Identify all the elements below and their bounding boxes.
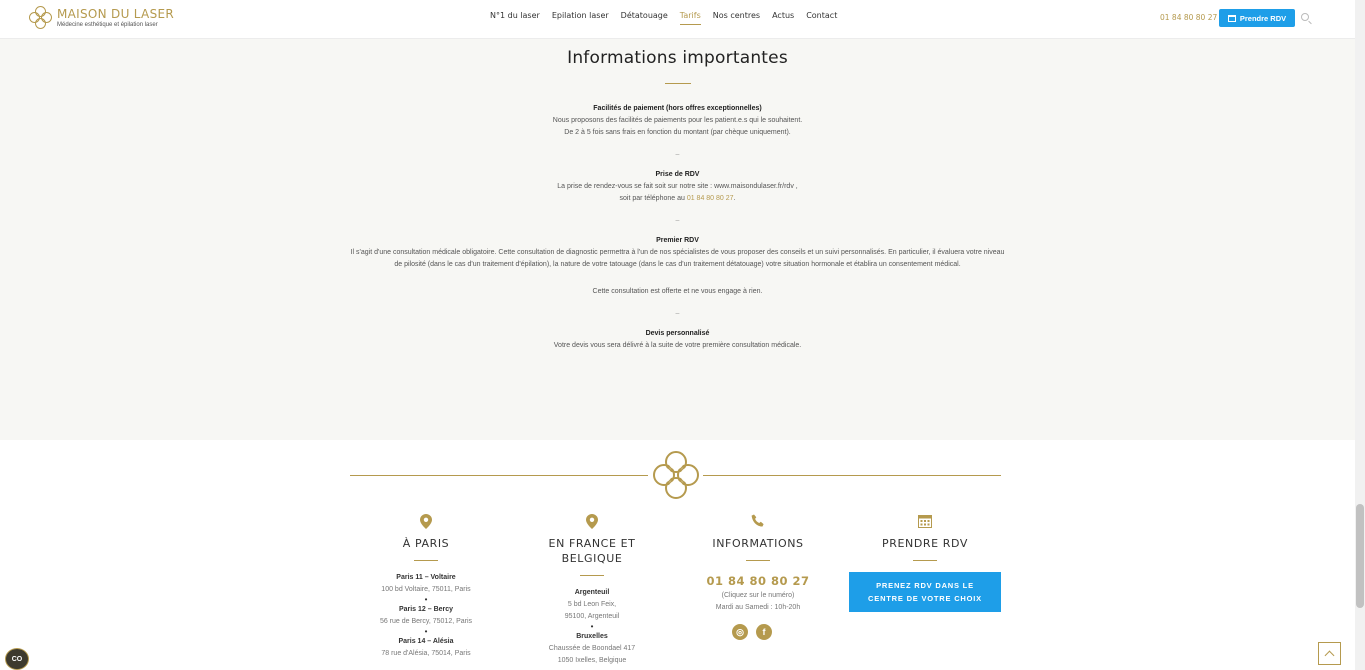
block-text: Votre devis vous sera délivré à la suite… [553,342,802,349]
centre-address: 78 rue d'Alésia, 75014, Paris [381,650,471,657]
logo-tagline: Médecine esthétique et épilation laser [57,21,158,28]
centre-name[interactable]: Bruxelles [517,631,667,643]
footer-title: INFORMATIONS [712,537,804,550]
scrollbar[interactable] [1355,0,1365,670]
nav-n1-laser[interactable]: N°1 du laser [490,11,540,25]
nav-detatouage[interactable]: Détatouage [621,11,668,25]
nav-tarifs[interactable]: Tarifs [679,11,701,25]
chevron-up-icon [1324,650,1335,661]
map-pin-icon [517,514,667,532]
prenez-rdv-button[interactable]: PRENEZ RDV DANS LE CENTRE DE VOTRE CHOIX [849,572,1001,612]
cookie-settings-button[interactable]: CO [5,648,29,670]
footer-col-rdv: PRENDRE RDV PRENEZ RDV DANS LE CENTRE DE… [849,514,1001,612]
block-text: De 2 à 5 fois sans frais en fonction du … [564,129,791,136]
footer-title-divider [414,560,438,561]
block-title: Premier RDV [656,237,699,244]
footer-divider-right [703,475,1001,476]
social-links: ◎ f [671,624,833,640]
footer-title-divider [913,560,937,561]
info-section: Informations importantes Facilités de pa… [0,40,1355,352]
info-block-devis: Devis personnalisé Votre devis vous sera… [0,328,1355,352]
block-text: soit par téléphone au 01 84 80 80 27. [619,195,736,202]
scroll-to-top-button[interactable] [1318,642,1341,665]
block-text: La prise de rendez-vous se fait soit sur… [557,183,798,190]
block-title: Prise de RDV [655,171,700,178]
search-icon[interactable] [1301,13,1309,21]
main-nav: N°1 du laser Epilation laser Détatouage … [490,11,849,25]
centre-name[interactable]: Paris 14 – Alésia [351,636,501,648]
block-title: Facilités de paiement (hors offres excep… [593,105,762,112]
scrollbar-thumb[interactable] [1356,504,1364,608]
info-block-premier-rdv: Premier RDV Il s'agit d'une consultation… [0,235,1355,298]
footer-col-paris: À PARIS Paris 11 – Voltaire 100 bd Volta… [351,514,501,660]
page-title: Informations importantes [567,48,788,68]
logo-name: MAISON DU LASER [57,6,174,21]
bullet: • [424,595,428,604]
bullet: • [590,622,594,631]
prendre-rdv-label: Prendre RDV [1239,13,1287,23]
instagram-icon[interactable]: ◎ [732,624,748,640]
separator: – [675,151,680,158]
phone-icon [683,514,833,532]
footer-title: PRENDRE RDV [881,537,969,550]
centre-address: Chaussée de Boondael 417 [548,645,636,652]
footer-divider-left [350,475,648,476]
logo[interactable]: MAISON DU LASER Médecine esthétique et é… [29,6,174,30]
centre-address: 5 bd Leon Feix, [567,601,617,608]
map-pin-icon [351,514,501,532]
site-footer: À PARIS Paris 11 – Voltaire 100 bd Volta… [0,440,1355,670]
header-phone-link[interactable]: 01 84 80 80 27 [1160,13,1217,22]
block-text: Il s'agit d'une consultation médicale ob… [350,249,1005,268]
centre-name[interactable]: Paris 11 – Voltaire [351,572,501,584]
centre-name[interactable]: Paris 12 – Bercy [351,604,501,616]
footer-col-france-belgique: EN FRANCE ET BELGIQUE Argenteuil 5 bd Le… [517,514,667,667]
centre-address: 1050 Ixelles, Belgique [557,657,627,664]
logo-knot-icon [29,6,53,30]
footer-title: À PARIS [402,537,450,550]
nav-actus[interactable]: Actus [772,11,794,25]
info-block-paiement: Facilités de paiement (hors offres excep… [0,103,1355,139]
block-text: Cette consultation est offerte et ne vou… [592,288,763,295]
nav-nos-centres[interactable]: Nos centres [713,11,760,25]
centre-name[interactable]: Argenteuil [517,587,667,599]
calendar-icon [849,514,1001,532]
knot-emblem-icon [653,451,699,499]
info-phone-link[interactable]: 01 84 80 80 27 [687,195,734,202]
block-text: Nous proposons des facilités de paiement… [552,117,803,124]
info-block-prise-rdv: Prise de RDV La prise de rendez-vous se … [0,169,1355,205]
facebook-icon[interactable]: f [756,624,772,640]
phone-hint: (Cliquez sur le numéro) [721,592,795,599]
site-header: MAISON DU LASER Médecine esthétique et é… [0,0,1355,39]
footer-col-informations: INFORMATIONS 01 84 80 80 27 (Cliquez sur… [683,514,833,640]
nav-contact[interactable]: Contact [806,11,837,25]
footer-title: EN FRANCE ET BELGIQUE [548,537,636,565]
prendre-rdv-button[interactable]: Prendre RDV [1219,9,1295,27]
calendar-icon [1227,14,1236,22]
nav-epilation-laser[interactable]: Epilation laser [552,11,609,25]
title-divider [664,83,691,84]
separator: – [675,310,680,317]
opening-hours: Mardi au Samedi : 10h-20h [715,604,801,611]
block-title: Devis personnalisé [645,330,710,337]
footer-phone-link[interactable]: 01 84 80 80 27 [706,574,809,588]
footer-title-divider [580,575,604,576]
bullet: • [424,627,428,636]
separator: – [675,217,680,224]
footer-title-divider [746,560,770,561]
